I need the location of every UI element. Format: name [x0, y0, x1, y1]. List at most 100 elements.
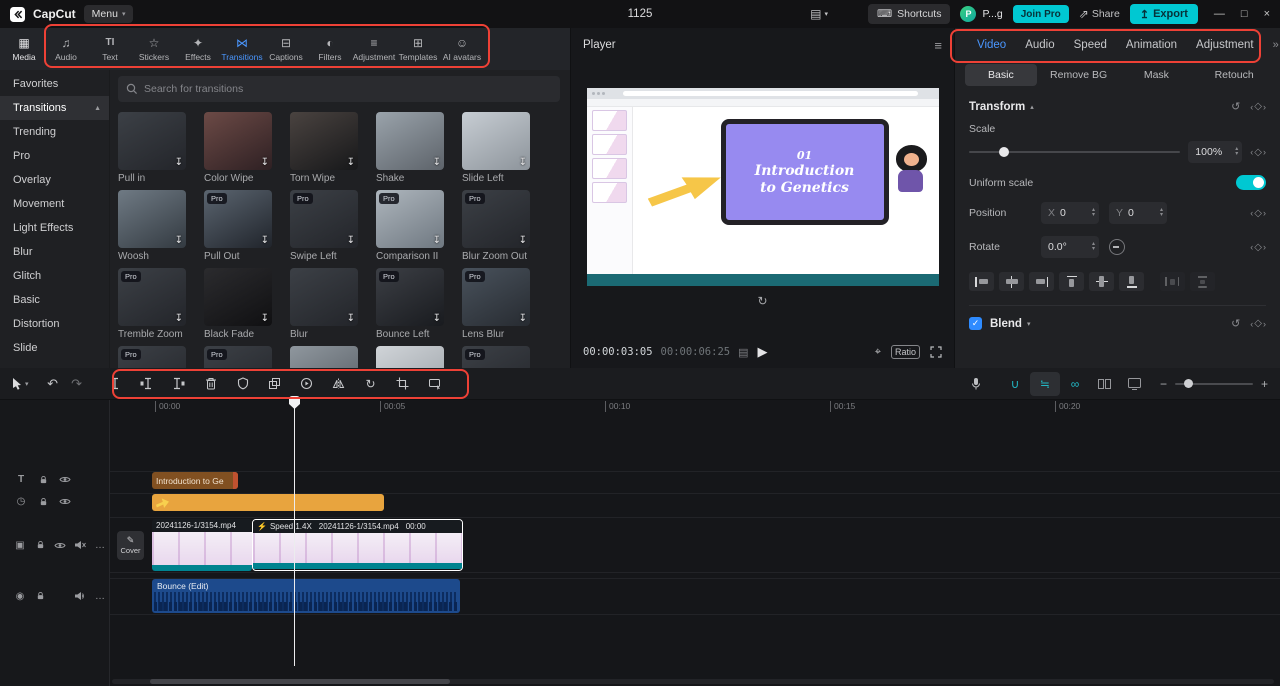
ratio-button[interactable]: Ratio: [890, 345, 920, 359]
subtab-basic[interactable]: Basic: [965, 64, 1037, 86]
transition-item[interactable]: [290, 346, 358, 368]
video-preview[interactable]: 01 Introduction to Genetics: [586, 88, 939, 286]
transition-thumbnail[interactable]: Pro ↧: [204, 190, 272, 248]
split-icon[interactable]: [99, 371, 131, 397]
video-clip-1[interactable]: 20241126-1/3154.mp4: [152, 519, 252, 571]
align-center-vertical-icon[interactable]: [1089, 272, 1114, 291]
transition-item[interactable]: Pro: [118, 346, 186, 368]
transform-canvas-icon[interactable]: [419, 371, 451, 397]
menu-button[interactable]: Menu ▾: [83, 5, 134, 23]
scale-value-box[interactable]: 100% ▴ ▾: [1188, 141, 1243, 163]
tab-audio-props[interactable]: Audio: [1025, 39, 1054, 51]
transition-item[interactable]: ↧ Color Wipe: [204, 112, 272, 184]
mirror-icon[interactable]: [323, 371, 355, 397]
sidebar-item-movement[interactable]: Movement: [0, 192, 109, 216]
search-input[interactable]: [144, 83, 552, 95]
eye-icon[interactable]: [54, 497, 76, 506]
auto-ripple-icon[interactable]: ≒: [1029, 371, 1060, 396]
scrollbar-thumb[interactable]: [150, 679, 450, 684]
tab-media[interactable]: ▦ Media: [4, 37, 44, 62]
transition-thumbnail[interactable]: ↧: [204, 112, 272, 170]
transition-item[interactable]: Pro ↧ Swipe Left: [290, 190, 358, 262]
tab-captions[interactable]: ⊟ Captions: [264, 37, 308, 62]
preview-board-icon[interactable]: [1120, 372, 1150, 396]
transition-thumbnail[interactable]: Pro: [462, 346, 530, 368]
align-top-icon[interactable]: [1059, 272, 1084, 291]
zoom-in-icon[interactable]: +: [1261, 377, 1268, 391]
undo-button[interactable]: ↶: [41, 376, 65, 392]
layout-switch-button[interactable]: ▤ ▾: [810, 7, 828, 21]
share-button[interactable]: ⇗ Share: [1079, 7, 1120, 21]
keyframe-control[interactable]: ‹ ◇ ›: [1250, 147, 1266, 158]
zoom-slider[interactable]: [1174, 379, 1253, 388]
sidebar-item-favorites[interactable]: Favorites: [0, 72, 109, 96]
align-bottom-icon[interactable]: [1119, 272, 1144, 291]
stepper-icon[interactable]: ▴ ▾: [1160, 207, 1163, 218]
timeline-body[interactable]: 00:00 00:05 00:10 00:15 00:20 T ◷ ▣ … ◉ …: [0, 400, 1280, 686]
expand-panel-icon[interactable]: »: [1273, 39, 1279, 51]
text-clip[interactable]: Introduction to Ge: [152, 472, 238, 489]
eye-icon[interactable]: [50, 541, 70, 550]
transition-thumbnail[interactable]: ↧: [462, 112, 530, 170]
transition-item[interactable]: Pro ↧ Tremble Zoom: [118, 268, 186, 340]
delete-icon[interactable]: [195, 371, 227, 397]
shortcuts-button[interactable]: ⌨ Shortcuts: [867, 4, 951, 24]
tab-ai-avatars[interactable]: ☺ AI avatars: [440, 37, 484, 62]
zoom-out-icon[interactable]: −: [1160, 377, 1167, 391]
redo-button[interactable]: ↷: [65, 376, 89, 392]
transition-thumbnail[interactable]: [290, 346, 358, 368]
tab-stickers[interactable]: ☆ Stickers: [132, 37, 176, 62]
blend-checkbox[interactable]: ✓: [969, 317, 982, 330]
speaker-icon[interactable]: [70, 591, 90, 601]
transition-thumbnail[interactable]: Pro ↧: [462, 190, 530, 248]
play-button[interactable]: ▶: [758, 344, 768, 360]
sidebar-item-light-effects[interactable]: Light Effects: [0, 216, 109, 240]
stepper-icon[interactable]: ▴ ▾: [1092, 241, 1095, 252]
sidebar-item-transitions[interactable]: Transitions ▲: [0, 96, 109, 120]
transition-item[interactable]: ↧ Torn Wipe: [290, 112, 358, 184]
replay-icon[interactable]: ↻: [757, 294, 767, 308]
stepper-icon[interactable]: ▴ ▾: [1092, 207, 1095, 218]
slider-knob[interactable]: [998, 147, 1009, 157]
link-clips-icon[interactable]: ∞: [1060, 372, 1090, 396]
delete-right-icon[interactable]: [163, 371, 195, 397]
subtab-mask[interactable]: Mask: [1121, 64, 1193, 86]
scale-slider[interactable]: [969, 147, 1181, 157]
video-clip-2-selected[interactable]: ⚡ Speed 1.4X 20241126-1/3154.mp4 00:00: [252, 519, 463, 571]
transition-thumbnail[interactable]: Pro ↧: [376, 268, 444, 326]
sidebar-item-overlay[interactable]: Overlay: [0, 168, 109, 192]
collapse-icon[interactable]: ▴: [1030, 103, 1034, 111]
lock-icon[interactable]: [30, 591, 50, 601]
keyframe-control[interactable]: ‹ ◇ ›: [1250, 208, 1266, 219]
thumbnail-view-icon[interactable]: ▤: [738, 346, 748, 359]
tab-adjustment[interactable]: ≡ Adjustment: [352, 37, 396, 62]
minimize-button[interactable]: —: [1214, 8, 1225, 20]
transition-thumbnail[interactable]: Pro ↧: [376, 190, 444, 248]
avatar[interactable]: P: [960, 6, 977, 22]
transition-item[interactable]: Pro ↧ Blur Zoom Out: [462, 190, 530, 262]
maximize-button[interactable]: □: [1241, 8, 1248, 20]
sidebar-item-slide[interactable]: Slide: [0, 336, 109, 360]
tab-transitions[interactable]: ⋈ Transitions: [220, 37, 264, 62]
align-right-icon[interactable]: [1029, 272, 1054, 291]
crop-icon[interactable]: [387, 371, 419, 397]
transition-item[interactable]: Pro: [462, 346, 530, 368]
stepper-icon[interactable]: ▴ ▾: [1235, 146, 1238, 157]
rotate-dial-icon[interactable]: [1109, 239, 1125, 255]
microphone-icon[interactable]: [970, 377, 982, 391]
sidebar-item-distortion[interactable]: Distortion: [0, 312, 109, 336]
transition-item[interactable]: ↧ Shake: [376, 112, 444, 184]
speed-icon[interactable]: [291, 371, 323, 397]
mute-icon[interactable]: [70, 540, 90, 550]
export-button[interactable]: ↥ Export: [1129, 4, 1198, 24]
playhead-line[interactable]: [294, 396, 295, 666]
screenshot-icon[interactable]: ⌖: [875, 346, 881, 359]
tab-audio[interactable]: ♫ Audio: [44, 37, 88, 62]
transition-thumbnail[interactable]: ↧: [290, 268, 358, 326]
split-view-icon[interactable]: [1090, 372, 1120, 396]
transition-thumbnail[interactable]: Pro: [118, 346, 186, 368]
tab-adjustment-props[interactable]: Adjustment: [1196, 39, 1254, 51]
join-pro-button[interactable]: Join Pro: [1012, 5, 1069, 23]
lock-icon[interactable]: [30, 540, 50, 550]
mask-icon[interactable]: [227, 371, 259, 397]
